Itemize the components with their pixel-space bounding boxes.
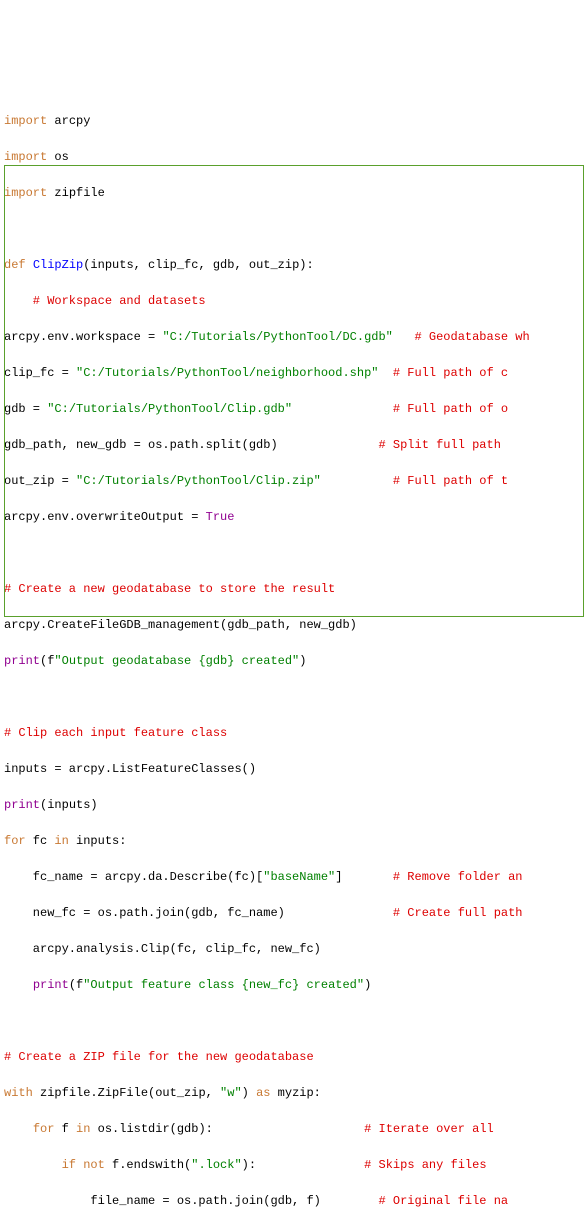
- comment: # Create a new geodatabase to store the …: [4, 582, 335, 596]
- code-line: arcpy.env.workspace = "C:/Tutorials/Pyth…: [4, 328, 580, 346]
- keyword-def: def: [4, 258, 26, 272]
- code-line: # Workspace and datasets: [4, 292, 580, 310]
- code-line: if not f.endswith(".lock"): # Skips any …: [4, 1156, 580, 1174]
- code-text: gdb_path, new_gdb = os.path.split(gdb): [4, 438, 278, 452]
- code-line: fc_name = arcpy.da.Describe(fc)["baseNam…: [4, 868, 580, 886]
- comment: # Create a ZIP file for the new geodatab…: [4, 1050, 314, 1064]
- code-text: fc_name = arcpy.da.Describe(fc)[: [4, 870, 263, 884]
- code-line: # Clip each input feature class: [4, 724, 580, 742]
- comment: # Geodatabase wh: [414, 330, 529, 344]
- code-line: gdb_path, new_gdb = os.path.split(gdb) #…: [4, 436, 580, 454]
- comment: # Workspace and datasets: [4, 294, 206, 308]
- code-line: out_zip = "C:/Tutorials/PythonTool/Clip.…: [4, 472, 580, 490]
- code-text: out_zip =: [4, 474, 76, 488]
- code-line: inputs = arcpy.ListFeatureClasses(): [4, 760, 580, 778]
- code-text: new_fc = os.path.join(gdb, fc_name): [4, 906, 285, 920]
- code-line: arcpy.env.overwriteOutput = True: [4, 508, 580, 526]
- keyword-import: import: [4, 150, 47, 164]
- comment: # Full path of o: [393, 402, 508, 416]
- module-name: os: [47, 150, 69, 164]
- code-line: new_fc = os.path.join(gdb, fc_name) # Cr…: [4, 904, 580, 922]
- code-line: arcpy.analysis.Clip(fc, clip_fc, new_fc): [4, 940, 580, 958]
- comment: # Remove folder an: [393, 870, 523, 884]
- comment: # Full path of c: [393, 366, 508, 380]
- comment: # Create full path: [393, 906, 523, 920]
- code-line: for fc in inputs:: [4, 832, 580, 850]
- code-text: file_name = os.path.join(gdb, f): [4, 1194, 321, 1208]
- code-editor[interactable]: import arcpy import os import zipfile de…: [4, 76, 580, 1208]
- string-literal: "Output geodatabase {gdb} created": [54, 654, 299, 668]
- f-prefix: f: [47, 654, 54, 668]
- keyword-in: in: [54, 834, 68, 848]
- string-literal: "C:/Tutorials/PythonTool/DC.gdb": [162, 330, 392, 344]
- module-name: zipfile: [47, 186, 105, 200]
- code-line: for f in os.listdir(gdb): # Iterate over…: [4, 1120, 580, 1138]
- blank-line: [4, 1012, 580, 1030]
- comment: # Split full path: [378, 438, 500, 452]
- comment: # Clip each input feature class: [4, 726, 227, 740]
- code-line: # Create a new geodatabase to store the …: [4, 580, 580, 598]
- blank-line: [4, 544, 580, 562]
- keyword-as: as: [256, 1086, 270, 1100]
- code-text: inputs = arcpy.ListFeatureClasses(): [4, 762, 256, 776]
- builtin-print: print: [33, 978, 69, 992]
- string-literal: ".lock": [191, 1158, 241, 1172]
- builtin-print: print: [4, 798, 40, 812]
- keyword-in: in: [76, 1122, 90, 1136]
- keyword-import: import: [4, 114, 47, 128]
- comment: # Full path of t: [393, 474, 508, 488]
- code-text: gdb =: [4, 402, 47, 416]
- code-text: arcpy.env.workspace =: [4, 330, 162, 344]
- string-literal: "Output feature class {new_fc} created": [83, 978, 364, 992]
- code-text: arcpy.CreateFileGDB_management(gdb_path,…: [4, 618, 357, 632]
- blank-line: [4, 688, 580, 706]
- string-literal: "baseName": [263, 870, 335, 884]
- keyword-if: if: [62, 1158, 76, 1172]
- code-line: import os: [4, 148, 580, 166]
- code-line: clip_fc = "C:/Tutorials/PythonTool/neigh…: [4, 364, 580, 382]
- code-text: clip_fc =: [4, 366, 76, 380]
- string-literal: "C:/Tutorials/PythonTool/Clip.gdb": [47, 402, 292, 416]
- keyword-for: for: [4, 834, 26, 848]
- builtin-print: print: [4, 654, 40, 668]
- keyword-with: with: [4, 1086, 33, 1100]
- code-line: def ClipZip(inputs, clip_fc, gdb, out_zi…: [4, 256, 580, 274]
- code-line: with zipfile.ZipFile(out_zip, "w") as my…: [4, 1084, 580, 1102]
- code-line: # Create a ZIP file for the new geodatab…: [4, 1048, 580, 1066]
- keyword-import: import: [4, 186, 47, 200]
- code-line: print(inputs): [4, 796, 580, 814]
- keyword-not: not: [83, 1158, 105, 1172]
- code-line: arcpy.CreateFileGDB_management(gdb_path,…: [4, 616, 580, 634]
- string-literal: "C:/Tutorials/PythonTool/neighborhood.sh…: [76, 366, 378, 380]
- code-text: arcpy.analysis.Clip(fc, clip_fc, new_fc): [4, 942, 321, 956]
- code-line: import zipfile: [4, 184, 580, 202]
- code-line: gdb = "C:/Tutorials/PythonTool/Clip.gdb"…: [4, 400, 580, 418]
- string-literal: "C:/Tutorials/PythonTool/Clip.zip": [76, 474, 321, 488]
- f-prefix: f: [76, 978, 83, 992]
- constant-true: True: [206, 510, 235, 524]
- string-literal: "w": [220, 1086, 242, 1100]
- comment: # Skips any files: [364, 1158, 486, 1172]
- function-name: ClipZip: [33, 258, 83, 272]
- keyword-for: for: [33, 1122, 55, 1136]
- code-line: print(f"Output geodatabase {gdb} created…: [4, 652, 580, 670]
- code-text: arcpy.env.overwriteOutput =: [4, 510, 206, 524]
- code-line: print(f"Output feature class {new_fc} cr…: [4, 976, 580, 994]
- comment: # Iterate over all: [364, 1122, 494, 1136]
- function-params: (inputs, clip_fc, gdb, out_zip):: [83, 258, 313, 272]
- blank-line: [4, 220, 580, 238]
- code-line: file_name = os.path.join(gdb, f) # Origi…: [4, 1192, 580, 1208]
- module-name: arcpy: [47, 114, 90, 128]
- comment: # Original file na: [378, 1194, 508, 1208]
- code-line: import arcpy: [4, 112, 580, 130]
